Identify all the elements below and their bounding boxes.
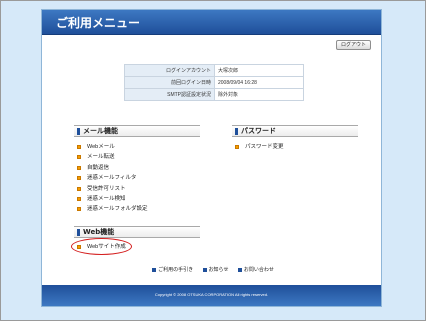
info-label: 前回ログイン日時 (124, 76, 215, 89)
section-bar-icon (77, 128, 80, 135)
menu-item-mail-forward[interactable]: メール転送 (77, 152, 148, 162)
bullet-icon (77, 186, 81, 191)
info-value: 除外対象 (214, 88, 304, 101)
info-label: SMTP認証設定状況 (124, 88, 215, 101)
bullet-icon (77, 165, 81, 170)
info-row: ログインアカウント 大塚次郎 (124, 64, 304, 77)
contact-link[interactable]: お問い合わせ (237, 267, 274, 273)
guide-link[interactable]: ご利用の手引き (152, 267, 193, 273)
logout-button[interactable]: ログアウト (335, 40, 371, 50)
bullet-icon (77, 196, 81, 201)
info-value: 2008/09/04 16:28 (214, 76, 304, 89)
info-label: ログインアカウント (124, 64, 215, 77)
news-link[interactable]: お知らせ (202, 267, 228, 273)
password-section-header: パスワード (232, 125, 358, 137)
menu-item-spam-detect[interactable]: 迷惑メール検知 (77, 194, 148, 204)
menu-item-spam-folder[interactable]: 迷惑メールフォルダ設定 (77, 204, 148, 214)
footer-bar: Copyright © 2008 OTSUKA CORPORATION All … (42, 285, 381, 306)
footer-links: ご利用の手引き お知らせ お問い合わせ (0, 266, 426, 273)
password-section-title: パスワード (241, 127, 276, 135)
bullet-icon (77, 176, 81, 181)
section-bar-icon (77, 229, 80, 236)
menu-item-allow-list[interactable]: 受信許可リスト (77, 184, 148, 194)
web-section-title: Web機能 (83, 228, 115, 236)
link-square-icon (237, 267, 242, 272)
password-menu-list: パスワード変更 (235, 142, 284, 152)
menu-item-spam-filter[interactable]: 迷惑メールフィルタ (77, 173, 148, 183)
link-square-icon (152, 267, 157, 272)
bullet-icon (235, 145, 239, 149)
header-bar: ご利用メニュー (42, 10, 381, 35)
info-row: 前回ログイン日時 2008/09/04 16:28 (124, 76, 304, 89)
mail-section-header: メール機能 (74, 125, 200, 137)
info-row: SMTP認証設定状況 除外対象 (124, 88, 304, 101)
highlight-circle (71, 238, 132, 255)
bullet-icon (77, 207, 81, 212)
page-title: ご利用メニュー (56, 16, 141, 30)
link-square-icon (202, 267, 207, 272)
account-info-table: ログインアカウント 大塚次郎 前回ログイン日時 2008/09/04 16:28… (124, 64, 304, 101)
info-value: 大塚次郎 (214, 64, 304, 77)
bullet-icon (77, 155, 81, 160)
section-bar-icon (235, 128, 238, 135)
copyright-text: Copyright © 2008 OTSUKA CORPORATION All … (154, 292, 269, 297)
menu-item-auto-reply[interactable]: 自動返信 (77, 163, 148, 173)
mail-menu-list: Webメール メール転送 自動返信 迷惑メールフィルタ 受信許可リスト 迷惑メー… (77, 142, 148, 215)
menu-item-webmail[interactable]: Webメール (77, 142, 148, 152)
mail-section-title: メール機能 (83, 127, 118, 135)
web-section-header: Web機能 (74, 226, 200, 238)
bullet-icon (77, 145, 81, 149)
menu-item-change-password[interactable]: パスワード変更 (235, 142, 284, 152)
